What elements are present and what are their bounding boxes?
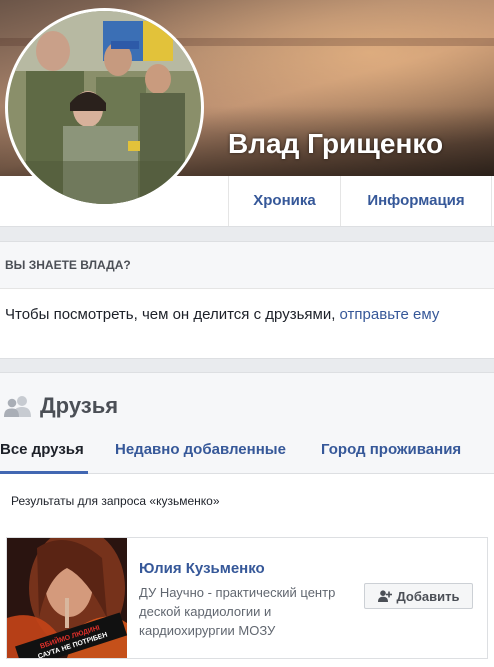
avatar-photo (8, 11, 201, 204)
friend-name[interactable]: Юлия Кузьменко (139, 560, 265, 577)
tab-all-friends[interactable]: Все друзья (0, 441, 84, 458)
friends-icon (4, 396, 31, 417)
add-friend-icon (377, 590, 392, 602)
send-request-link[interactable]: отправьте ему (340, 306, 440, 323)
search-results-label: Результаты для запроса «кузьменко» (11, 494, 220, 508)
friend-card: ВБИЙМО ЛЮДИНІ САУТА НЕ ПОТРІБЕН Юлия Куз… (6, 537, 488, 659)
tab-about[interactable]: Информация (340, 176, 492, 226)
know-header: ВЫ ЗНАЕТЕ ВЛАДА? (0, 242, 494, 289)
friend-avatar[interactable]: ВБИЙМО ЛЮДИНІ САУТА НЕ ПОТРІБЕН (7, 538, 127, 658)
friends-header: Друзья Все друзья Недавно добавленные Го… (0, 373, 494, 474)
add-friend-button[interactable]: Добавить (364, 583, 473, 609)
know-text-body: Чтобы посмотреть, чем он делится с друзь… (5, 306, 340, 323)
friends-section: Друзья Все друзья Недавно добавленные Го… (0, 372, 494, 667)
profile-name[interactable]: Влад Грищенко (228, 128, 443, 160)
tab-recently-added[interactable]: Недавно добавленные (115, 441, 286, 458)
friend-description: ДУ Научно - практический центр деской ка… (139, 585, 336, 638)
tab-timeline[interactable]: Хроника (228, 176, 340, 226)
know-section: ВЫ ЗНАЕТЕ ВЛАДА? Чтобы посмотреть, чем о… (0, 241, 494, 359)
avatar[interactable] (5, 8, 204, 207)
tab-current-city[interactable]: Город проживания (321, 441, 461, 458)
know-text: Чтобы посмотреть, чем он делится с друзь… (5, 306, 439, 323)
friends-title: Друзья (40, 393, 119, 418)
add-friend-label: Добавить (396, 588, 460, 604)
active-tab-indicator (0, 471, 88, 474)
